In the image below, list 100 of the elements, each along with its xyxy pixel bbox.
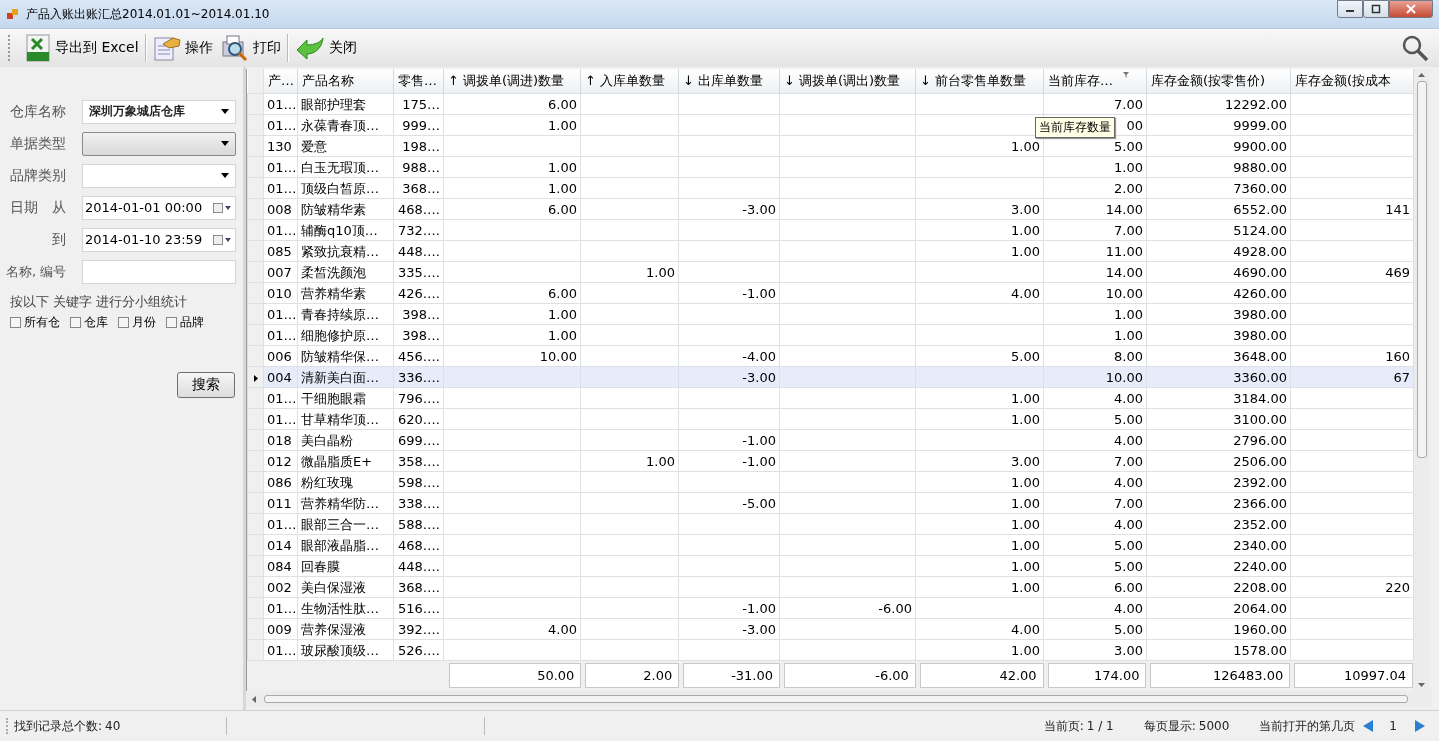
table-row[interactable]: 006 防皱精华保… 456…. 10.00 -4.00 5.00 8.00 3648.00 160 bbox=[247, 345, 1414, 367]
table-row[interactable]: 002 美白保湿液 368…. 1.00 6.00 2208.00 220 bbox=[247, 576, 1414, 598]
column-header[interactable]: ↓ 出库单数量 bbox=[678, 69, 780, 94]
checkbox[interactable]: 仓库 bbox=[70, 314, 108, 331]
table-row[interactable]: 085 紧致抗衰精… 448…. 1.00 11.00 4928.00 bbox=[247, 240, 1414, 262]
scroll-up-icon[interactable] bbox=[1418, 73, 1425, 77]
column-header[interactable]: 产品名称 bbox=[297, 69, 394, 94]
table-row[interactable]: 01… 辅酶q10顶… 732…. 1.00 7.00 5124.00 bbox=[247, 219, 1414, 241]
field-label: 仓库名称 bbox=[10, 102, 67, 121]
toolbar-button[interactable]: 打印 bbox=[216, 31, 285, 65]
table-cell: 002 bbox=[267, 579, 292, 595]
table-cell: 3.00 bbox=[1011, 453, 1040, 469]
column-header[interactable]: 库存金额(按成本 bbox=[1290, 69, 1414, 94]
table-cell: 796…. bbox=[398, 390, 440, 406]
table-cell: 084 bbox=[267, 558, 292, 574]
table-cell: 198… bbox=[402, 138, 440, 154]
close-button[interactable] bbox=[1389, 0, 1433, 18]
table-cell: 粉红玫瑰 bbox=[301, 474, 353, 490]
table-row[interactable]: 018 美白晶粉 699…. -1.00 4.00 2796.00 bbox=[247, 429, 1414, 451]
dropdown[interactable] bbox=[82, 131, 236, 156]
field-label: 名称, 编号 bbox=[6, 262, 68, 281]
filter-icon[interactable] bbox=[1123, 72, 1129, 78]
table-row[interactable]: 084 回春膜 448…. 1.00 5.00 2240.00 bbox=[247, 555, 1414, 577]
table-row[interactable]: 01… 干细胞眼霜 796…. 1.00 4.00 3184.00 bbox=[247, 387, 1414, 409]
record-count-label: 找到记录总个数: bbox=[14, 717, 103, 735]
table-cell: 1.00 bbox=[646, 453, 675, 469]
toolbar-button[interactable]: 导出到 Excel bbox=[21, 31, 143, 65]
table-row[interactable]: 01… 细胞修护原… 398… 1.00 1.00 3980.00 bbox=[247, 324, 1414, 346]
checkbox[interactable]: 月份 bbox=[118, 314, 156, 331]
table-cell: 2.00 bbox=[1114, 180, 1143, 196]
table-cell: 7.00 bbox=[1114, 495, 1143, 511]
table-cell: 732…. bbox=[398, 222, 440, 238]
table-row[interactable]: 014 眼部液晶脂… 468…. 1.00 5.00 2340.00 bbox=[247, 534, 1414, 556]
per-page-label: 每页显示: bbox=[1143, 717, 1196, 735]
table-row[interactable]: 086 粉红玫瑰 598…. 1.00 4.00 2392.00 bbox=[247, 471, 1414, 493]
column-header[interactable]: 库存金额(按零售价) bbox=[1146, 69, 1291, 94]
checkbox[interactable]: 所有仓 bbox=[10, 314, 60, 331]
column-header[interactable]: 产… bbox=[263, 69, 298, 94]
table-row[interactable]: 004 清新美白面… 336…. -3.00 10.00 3360.00 67 bbox=[247, 366, 1414, 388]
checkbox[interactable]: 品牌 bbox=[166, 314, 204, 331]
scroll-down-icon[interactable] bbox=[1418, 683, 1425, 687]
table-row[interactable]: 01… 生物活性肽… 516…. -1.00 -6.00 4.00 2064.00 bbox=[247, 597, 1414, 619]
table-cell: 紧致抗衰精… bbox=[301, 243, 379, 259]
date-field[interactable]: 2014-01-10 23:59 bbox=[82, 227, 236, 252]
table-cell: 10.00 bbox=[539, 348, 577, 364]
table-row[interactable]: 01… 眼部护理套 175… 6.00 7.00 12292.00 bbox=[247, 93, 1414, 115]
column-header[interactable]: ↓ 前台零售单数量 bbox=[915, 69, 1044, 94]
field-label: 到 bbox=[52, 230, 67, 249]
table-cell: 175… bbox=[402, 96, 440, 112]
table-row[interactable]: 008 防皱精华素 468…. 6.00 -3.00 3.00 14.00 6552.00 141 bbox=[247, 198, 1414, 220]
table-cell: 588…. bbox=[398, 516, 440, 532]
table-row[interactable]: 007 柔皙洗颜泡 335…. 1.00 14.00 4690.00 469 bbox=[247, 261, 1414, 283]
table-cell: 368…. bbox=[398, 579, 440, 595]
table-cell: 1578.00 bbox=[1233, 642, 1287, 658]
date-field[interactable]: 2014-01-01 00:00 bbox=[82, 195, 236, 220]
table-cell: 1.00 bbox=[1011, 243, 1040, 259]
table-cell: 细胞修护原… bbox=[301, 327, 379, 343]
table-row[interactable]: 01… 甘草精华顶… 620…. 1.00 5.00 3100.00 bbox=[247, 408, 1414, 430]
app-icon bbox=[6, 7, 20, 21]
table-cell: 335…. bbox=[398, 264, 440, 280]
table-cell: 220 bbox=[1385, 579, 1410, 595]
column-header[interactable]: ↓ 调拨单(调出)数量 bbox=[779, 69, 916, 94]
table-cell: 营养保湿液 bbox=[301, 621, 366, 637]
table-cell: 368… bbox=[402, 180, 440, 196]
column-header[interactable]: ↑ 调拨单(调进)数量 bbox=[443, 69, 581, 94]
previous-page-icon[interactable] bbox=[1363, 720, 1374, 732]
column-header[interactable]: 零售… bbox=[393, 69, 444, 94]
search-button[interactable]: 搜索 bbox=[177, 372, 235, 398]
table-row[interactable]: 01… 眼部三合一… 588…. 1.00 4.00 2352.00 bbox=[247, 513, 1414, 535]
search-icon[interactable] bbox=[1401, 34, 1429, 62]
scroll-left-icon[interactable] bbox=[252, 695, 256, 703]
minimize-button[interactable] bbox=[1337, 0, 1363, 18]
column-header[interactable]: ↑ 入库单数量 bbox=[580, 69, 679, 94]
maximize-button[interactable] bbox=[1363, 0, 1389, 18]
table-cell: 1.00 bbox=[1114, 159, 1143, 175]
group-label: 按以下 关键字 进行分小组统计 bbox=[10, 293, 189, 311]
table-row[interactable]: 01… 顶级白皙原… 368… 1.00 2.00 7360.00 bbox=[247, 177, 1414, 199]
table-cell: 2796.00 bbox=[1233, 432, 1287, 448]
tooltip: 当前库存数量 bbox=[1035, 117, 1115, 138]
table-cell: 6.00 bbox=[548, 96, 577, 112]
dropdown[interactable]: 深圳万象城店仓库 bbox=[82, 99, 236, 124]
next-page-icon[interactable] bbox=[1415, 720, 1425, 732]
table-cell: 白玉无瑕顶… bbox=[301, 159, 379, 175]
horizontal-scrollbar[interactable] bbox=[246, 691, 1432, 707]
table-row[interactable]: 009 营养保湿液 392…. 4.00 -3.00 4.00 5.00 1960.00 bbox=[247, 618, 1414, 640]
table-cell: 美白保湿液 bbox=[301, 579, 366, 595]
table-row[interactable]: 011 营养精华防… 338…. -5.00 1.00 7.00 2366.00 bbox=[247, 492, 1414, 514]
column-header[interactable]: 当前库存… bbox=[1043, 69, 1147, 94]
table-row[interactable]: 01… 青春持续原… 398… 1.00 1.00 3980.00 bbox=[247, 303, 1414, 325]
table-row[interactable]: 010 营养精华素 426…. 6.00 -1.00 4.00 10.00 4260.00 bbox=[247, 282, 1414, 304]
back-arrow-icon bbox=[294, 36, 325, 60]
table-cell: 4928.00 bbox=[1233, 243, 1287, 259]
table-cell: 4.00 bbox=[1114, 474, 1143, 490]
total-cell: 50.00 bbox=[448, 663, 582, 688]
toolbar-button[interactable]: 操作 bbox=[148, 31, 217, 65]
table-row[interactable]: 012 微晶脂质E+ 358…. 1.00 -1.00 3.00 7.00 2506.00 bbox=[247, 450, 1414, 472]
toolbar-button[interactable]: 关闭 bbox=[290, 31, 361, 65]
table-row[interactable]: 01… 白玉无瑕顶… 988… 1.00 1.00 9880.00 bbox=[247, 156, 1414, 178]
input-field[interactable] bbox=[82, 259, 236, 284]
table-row[interactable]: 01… 玻尿酸顶级… 526…. 1.00 3.00 1578.00 bbox=[247, 639, 1414, 661]
